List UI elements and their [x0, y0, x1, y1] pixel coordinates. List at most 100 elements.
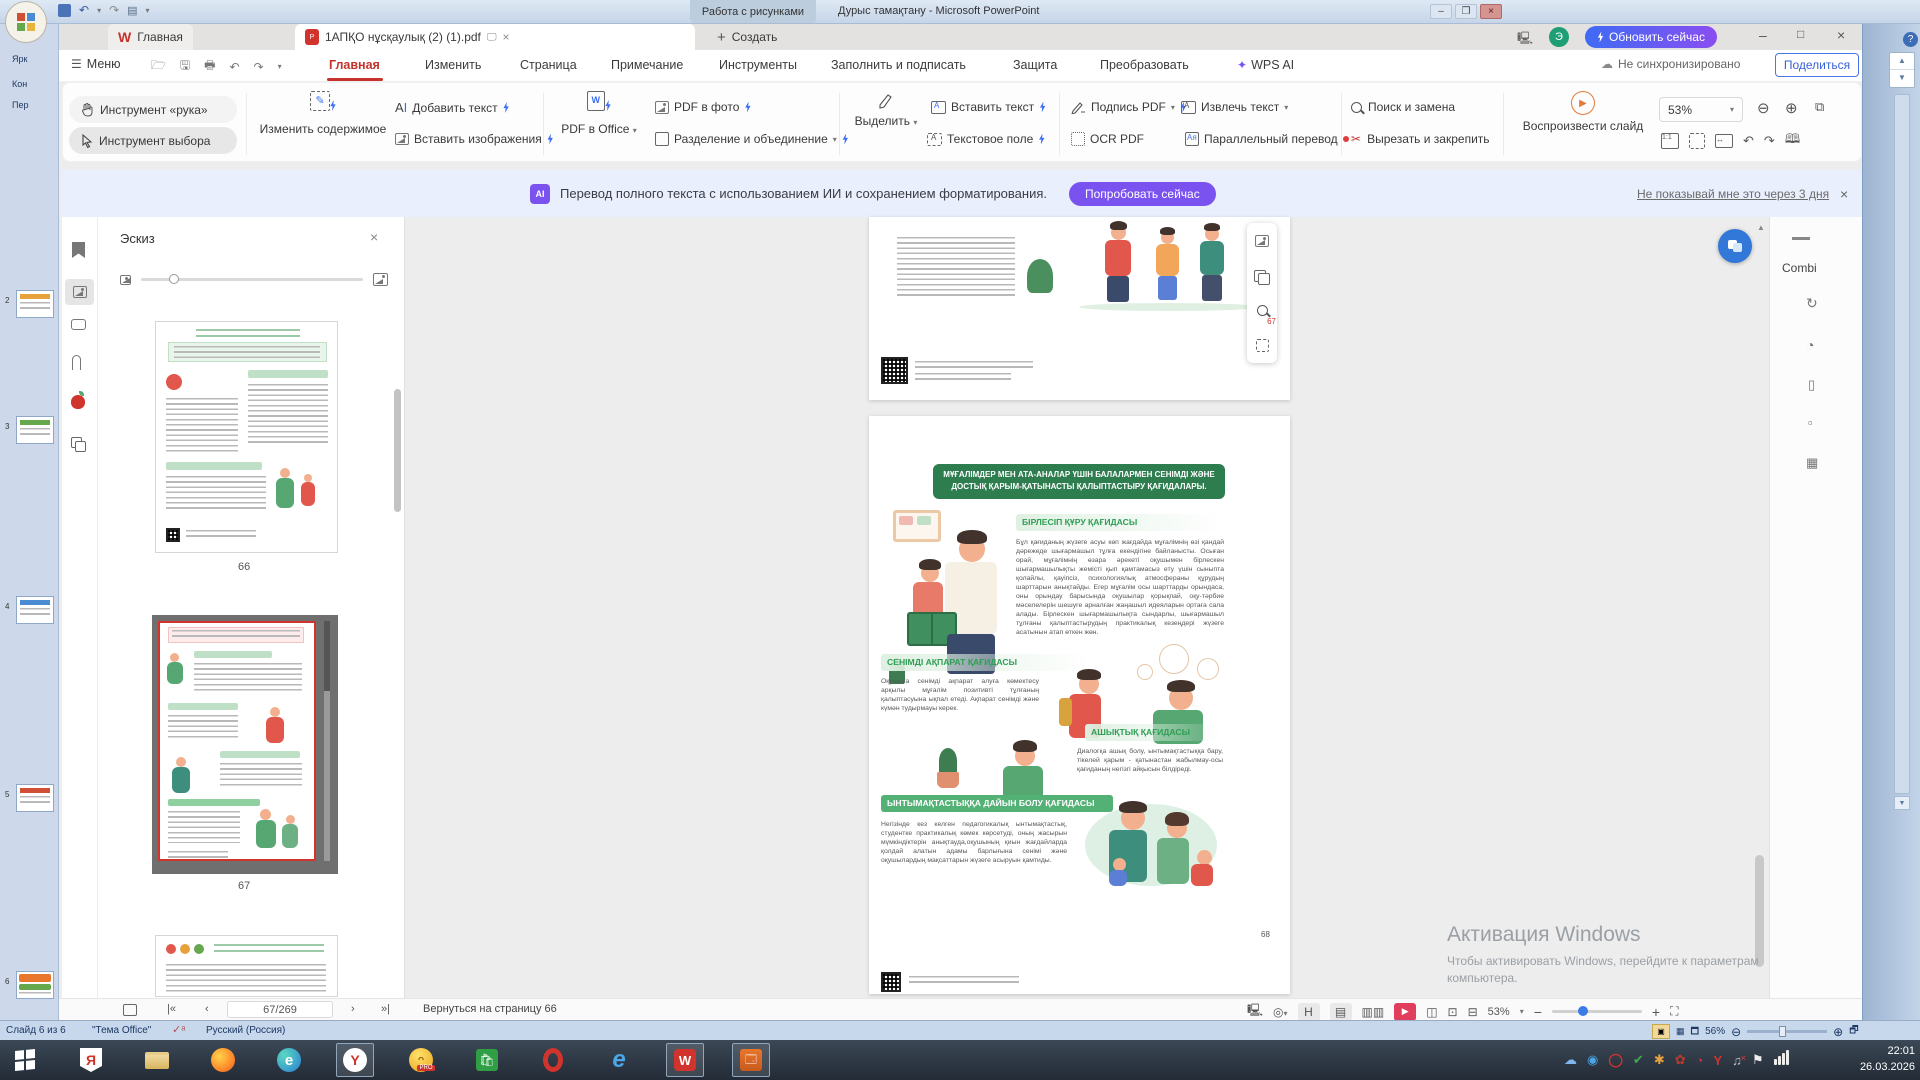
- pin-icon[interactable]: ▫: [1808, 415, 1813, 430]
- fit-page-icon[interactable]: [1689, 133, 1705, 149]
- present-icon[interactable]: 🖵: [487, 32, 497, 43]
- tray-volume-muted-icon[interactable]: ♫×: [1732, 1053, 1742, 1068]
- rotate-left-icon[interactable]: ↶: [1743, 133, 1754, 149]
- try-now-button[interactable]: Попробовать сейчас: [1069, 182, 1216, 206]
- more-actions-icon[interactable]: ▾: [278, 62, 282, 71]
- menu-tab-edit[interactable]: Изменить: [425, 58, 481, 72]
- mobile-sync-icon[interactable]: 🖳: [1247, 1001, 1263, 1022]
- page-67-thumbnail-selected[interactable]: [152, 615, 338, 874]
- tray-yandex-icon[interactable]: Y: [1713, 1053, 1722, 1068]
- menu-tab-wps-ai[interactable]: ✦ WPS AI: [1237, 58, 1294, 72]
- pdf-to-photo-button[interactable]: PDF в фото: [655, 100, 751, 114]
- ppt-scrollbar[interactable]: [1894, 94, 1910, 794]
- print-preview-icon[interactable]: ▤: [127, 4, 137, 17]
- insert-text-button[interactable]: A Вставить текст: [931, 100, 1046, 114]
- save-file-icon[interactable]: 🖫: [180, 56, 190, 77]
- tray-gauge-icon[interactable]: ◔: [1696, 1053, 1704, 1068]
- fit-slide-icon[interactable]: 🗗: [1849, 1023, 1858, 1040]
- zoom-slider[interactable]: [1552, 1010, 1642, 1013]
- fit-width-icon[interactable]: ↔: [1715, 134, 1733, 148]
- thumb-size-small-icon[interactable]: [120, 275, 131, 285]
- wps-close-icon[interactable]: ×: [1837, 27, 1845, 43]
- tray-settings-icon[interactable]: ✱: [1654, 1052, 1665, 1068]
- menu-tab-comment[interactable]: Примечание: [611, 58, 683, 72]
- translate-float-button[interactable]: [1718, 229, 1752, 263]
- fullscreen-icon[interactable]: ⛶: [1670, 1004, 1678, 1019]
- slideshow-view-icon[interactable]: 🗖: [1691, 1024, 1700, 1040]
- zoom-select[interactable]: 53% ▾: [1659, 97, 1743, 122]
- slider-knob[interactable]: [169, 274, 179, 284]
- print-icon[interactable]: 🖶: [204, 56, 215, 77]
- redo-icon[interactable]: ↷: [109, 3, 119, 17]
- pages-overlap-icon[interactable]: ⧉: [1815, 99, 1824, 115]
- insert-images-button[interactable]: Вставить изображения: [395, 132, 554, 146]
- mobile-view-icon[interactable]: 🖳: [1517, 29, 1533, 50]
- quick-access-dropdown[interactable]: ▾: [146, 6, 150, 15]
- ppt-zoom-in-icon[interactable]: ⊕: [1833, 1025, 1843, 1039]
- tab-close-icon[interactable]: ×: [503, 30, 510, 44]
- hand-tool-button[interactable]: Инструмент «рука»: [69, 96, 237, 123]
- history-icon[interactable]: ◔: [1806, 337, 1814, 353]
- grid-icon[interactable]: ▦: [1806, 455, 1818, 471]
- fullscreen-button[interactable]: [1247, 328, 1277, 363]
- bookmarks-icon[interactable]: [72, 242, 85, 258]
- thumbnails-icon[interactable]: [65, 279, 94, 305]
- comments-icon[interactable]: [71, 319, 86, 330]
- fit-height-icon[interactable]: ◫: [1426, 1005, 1437, 1019]
- ppt-zoom-slider[interactable]: [1747, 1030, 1827, 1033]
- tray-antivirus-icon[interactable]: ✔: [1633, 1052, 1644, 1068]
- sorter-view-icon[interactable]: ▦: [1676, 1026, 1685, 1037]
- sidebar-toggle-icon[interactable]: [123, 1004, 137, 1016]
- update-now-button[interactable]: Обновить сейчас: [1585, 26, 1717, 48]
- spin-up-icon[interactable]: ▲: [1890, 53, 1914, 69]
- zoom-slider-knob[interactable]: [1578, 1006, 1588, 1016]
- tab-pdf-document[interactable]: P 1АПҚО нұсқаулық (2) (1).pdf 🖵 ×: [295, 24, 695, 50]
- menu-tab-home[interactable]: Главная: [329, 58, 380, 72]
- office-button[interactable]: [5, 1, 47, 43]
- undo-dropdown[interactable]: ▾: [97, 6, 101, 15]
- banner-close-icon[interactable]: ×: [1840, 186, 1848, 202]
- magnifier-button[interactable]: 67: [1247, 293, 1277, 328]
- zoom-in-icon[interactable]: ⊕: [1785, 99, 1798, 117]
- redo-icon[interactable]: ↷: [254, 60, 264, 74]
- layers-icon[interactable]: [71, 435, 93, 453]
- scroll-up-icon[interactable]: ▲: [1757, 223, 1765, 232]
- text-box-button[interactable]: A Текстовое поле: [927, 132, 1045, 146]
- two-page-view-icon[interactable]: 🕮: [1785, 130, 1800, 152]
- export-image-button[interactable]: [1247, 223, 1277, 258]
- ppt-slide-thumb[interactable]: [16, 290, 54, 318]
- edge-icon[interactable]: e: [270, 1043, 308, 1077]
- undo-icon[interactable]: ↶: [229, 60, 239, 74]
- tray-pin-icon[interactable]: ◉: [1587, 1052, 1598, 1068]
- sign-pdf-button[interactable]: Подпись PDF ▾: [1071, 100, 1187, 114]
- menu-tab-convert[interactable]: Преобразовать: [1100, 58, 1189, 72]
- ppt-zoom-value[interactable]: 56%: [1705, 1026, 1725, 1037]
- document-icon[interactable]: ▯: [1808, 377, 1815, 393]
- start-button[interactable]: [6, 1043, 44, 1077]
- prev-page-icon[interactable]: ‹: [205, 1003, 209, 1015]
- panel-close-icon[interactable]: ×: [370, 229, 378, 245]
- menu-tab-fill-sign[interactable]: Заполнить и подписать: [831, 58, 966, 72]
- avatar[interactable]: Э: [1549, 27, 1569, 47]
- clock[interactable]: 22:01 26.03.2026: [1845, 1044, 1915, 1076]
- page-number-input[interactable]: 67/269: [227, 1001, 333, 1018]
- thumb-size-large-icon[interactable]: [373, 273, 388, 286]
- wps-minimize-icon[interactable]: –: [1759, 27, 1767, 43]
- microsoft-store-icon[interactable]: 🛍: [468, 1043, 506, 1077]
- double-page-icon[interactable]: ▥▥: [1362, 1005, 1385, 1019]
- save-icon[interactable]: [58, 4, 71, 17]
- split-merge-button[interactable]: Разделение и объединение ▾: [655, 132, 849, 146]
- attachment-icon[interactable]: [72, 355, 81, 370]
- next-page-icon[interactable]: ›: [351, 1003, 355, 1015]
- select-tool-button[interactable]: Инструмент выбора: [69, 127, 237, 154]
- zoom-dropdown-icon[interactable]: ▾: [1520, 1007, 1524, 1016]
- page-68-thumbnail[interactable]: [155, 935, 338, 997]
- pdf-scrollbar[interactable]: [1755, 235, 1765, 998]
- collapse-handle[interactable]: [1792, 237, 1810, 240]
- status-zoom-out-icon[interactable]: −: [1534, 1004, 1542, 1020]
- thumb-size-slider[interactable]: [141, 278, 363, 281]
- back-to-page-link[interactable]: Вернуться на страницу 66: [423, 1003, 557, 1015]
- page-66-thumbnail[interactable]: [155, 321, 338, 553]
- ppt-slide-thumb[interactable]: [16, 596, 54, 624]
- tray-opera-icon[interactable]: ◯: [1608, 1052, 1623, 1068]
